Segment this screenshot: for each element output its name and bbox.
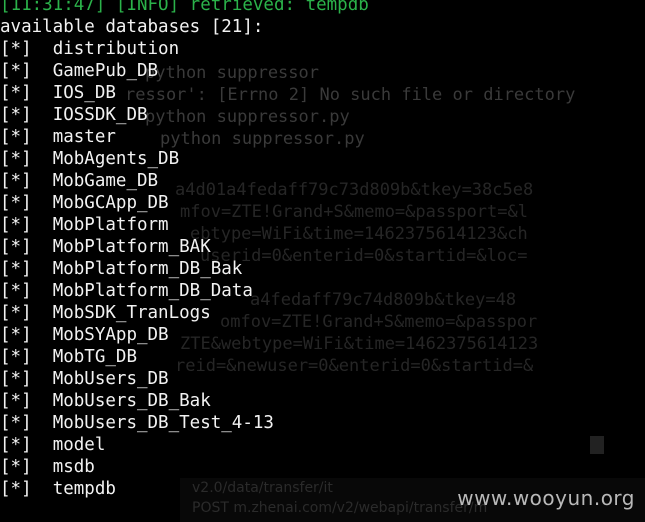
terminal-screenshot: python suppressor ressor': [Errno 2] No … [0,0,645,522]
database-name: MobPlatform_DB_Data [52,281,253,301]
list-marker: [*] [0,369,32,389]
watermark: www.wooyun.org [457,486,635,510]
terminal-output: [11:31:47] [INFO] retrieved: tempdb avai… [0,0,645,500]
list-marker: [*] [0,325,32,345]
list-marker: [*] [0,171,32,191]
database-list-item: [*] distribution [0,38,645,60]
database-list-item: [*] master [0,126,645,148]
database-list-item: [*] MobPlatform_BAK [0,236,645,258]
list-marker: [*] [0,435,32,455]
list-marker: [*] [0,457,32,477]
list-marker: [*] [0,61,32,81]
database-name: MobUsers_DB [52,369,169,389]
database-list-item: [*] MobGCApp_DB [0,192,645,214]
database-name: MobAgents_DB [52,149,180,169]
log-timestamp: [11:31:47] [0,0,106,15]
database-list-item: [*] GamePub_DB [0,60,645,82]
list-marker: [*] [0,105,32,125]
list-marker: [*] [0,193,32,213]
database-list-item: [*] MobGame_DB [0,170,645,192]
database-list-item: [*] MobSDK_TranLogs [0,302,645,324]
database-name: GamePub_DB [52,61,159,81]
database-name: model [52,435,106,455]
list-marker: [*] [0,39,32,59]
database-name: MobGCApp_DB [52,193,169,213]
list-marker: [*] [0,413,32,433]
database-list-item: [*] IOS_DB [0,82,645,104]
database-name: MobUsers_DB_Test_4-13 [52,413,274,433]
database-name: MobUsers_DB_Bak [52,391,211,411]
database-name: IOS_DB [52,83,116,103]
database-name: MobPlatform [52,215,169,235]
database-list-item: [*] MobAgents_DB [0,148,645,170]
database-list-item: [*] MobUsers_DB_Bak [0,390,645,412]
list-marker: [*] [0,391,32,411]
databases-title: available databases [21]: [0,17,264,37]
log-header-line: [11:31:47] [INFO] retrieved: tempdb [0,0,645,16]
database-list-item: [*] MobUsers_DB_Test_4-13 [0,412,645,434]
list-marker: [*] [0,303,32,323]
list-marker: [*] [0,259,32,279]
database-list-item: [*] MobPlatform_DB_Bak [0,258,645,280]
list-marker: [*] [0,479,32,499]
database-name: master [52,127,116,147]
list-marker: [*] [0,347,32,367]
database-name: IOSSDK_DB [52,105,148,125]
database-name: distribution [52,39,180,59]
list-marker: [*] [0,215,32,235]
log-level: [INFO] [115,0,180,15]
database-list-item: [*] IOSSDK_DB [0,104,645,126]
database-list-item: [*] MobUsers_DB [0,368,645,390]
log-message: retrieved: tempdb [189,0,369,15]
database-name: MobSYApp_DB [52,325,169,345]
database-list-item: [*] MobSYApp_DB [0,324,645,346]
list-marker: [*] [0,83,32,103]
list-marker: [*] [0,127,32,147]
database-list-item: [*] model [0,434,645,456]
database-list-item: [*] MobTG_DB [0,346,645,368]
list-marker: [*] [0,237,32,257]
list-marker: [*] [0,149,32,169]
database-list-item: [*] msdb [0,456,645,478]
database-name: MobPlatform_BAK [52,237,211,257]
ghost-footer-line: POST m.zhenai.com/v2/webapi/transfer/m [192,500,488,516]
list-marker: [*] [0,281,32,301]
database-name: MobTG_DB [52,347,137,367]
database-list: [*] distribution [*] GamePub_DB [*] IOS_DB… [0,38,645,500]
database-name: MobSDK_TranLogs [52,303,211,323]
database-name: tempdb [52,479,116,499]
database-name: msdb [52,457,95,477]
database-name: MobPlatform_DB_Bak [52,259,243,279]
database-list-item: [*] MobPlatform_DB_Data [0,280,645,302]
database-list-item: [*] MobPlatform [0,214,645,236]
database-name: MobGame_DB [52,171,159,191]
